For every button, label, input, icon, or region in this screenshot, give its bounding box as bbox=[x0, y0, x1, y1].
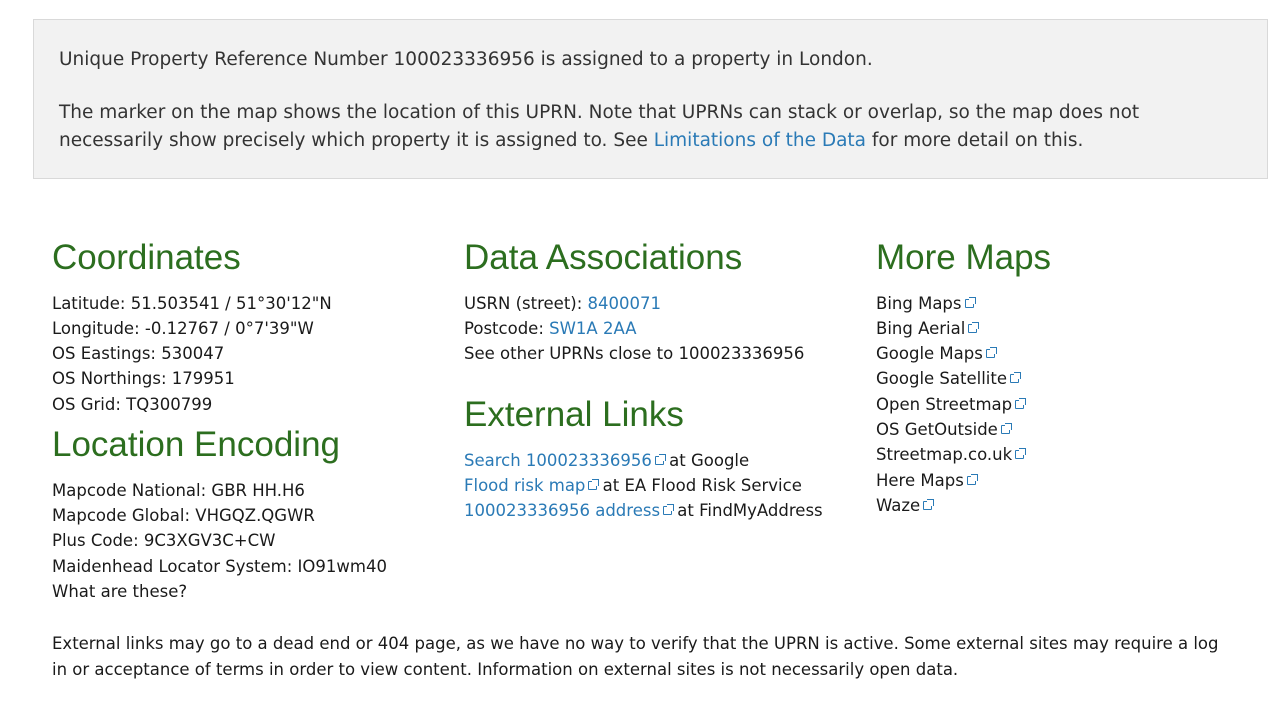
external-link-icon bbox=[663, 504, 675, 515]
open-streetmap-label: Open Streetmap bbox=[876, 395, 1013, 414]
usrn-label: USRN (street): bbox=[464, 294, 588, 313]
google-satellite-label: Google Satellite bbox=[876, 369, 1008, 388]
what-are-these-link[interactable]: What are these? bbox=[52, 581, 187, 603]
location-encoding-heading: Location Encoding bbox=[52, 425, 340, 464]
more-maps-heading: More Maps bbox=[876, 238, 1052, 277]
external-link-icon bbox=[588, 479, 600, 490]
map-marker-note: The marker on the map shows the location… bbox=[59, 99, 1209, 155]
google-search-suffix: at Google bbox=[663, 451, 750, 470]
here-maps-label: Here Maps bbox=[876, 471, 964, 490]
waze-label: Waze bbox=[876, 496, 921, 515]
external-link-icon bbox=[966, 474, 978, 485]
limitations-link[interactable]: Limitations of the Data bbox=[654, 130, 866, 151]
external-links-heading: External Links bbox=[464, 395, 684, 434]
open-streetmap-link[interactable]: Open Streetmap bbox=[876, 394, 1027, 416]
bing-maps-link[interactable]: Bing Maps bbox=[876, 293, 976, 315]
flood-risk-map-link-label: Flood risk map bbox=[464, 476, 586, 495]
google-satellite-link[interactable]: Google Satellite bbox=[876, 368, 1022, 390]
external-link-icon bbox=[964, 297, 976, 308]
external-link-icon bbox=[1015, 398, 1027, 409]
usrn-row: USRN (street): 8400071 bbox=[464, 293, 661, 315]
mapcode-global-text: Mapcode Global: VHGQZ.QGWR bbox=[52, 506, 315, 525]
longitude-text: Longitude: -0.12767 / 0°7'39"W bbox=[52, 319, 314, 338]
maidenhead-text: Maidenhead Locator System: IO91wm40 bbox=[52, 557, 387, 576]
findmyaddress-link[interactable]: 100023336956 address bbox=[464, 501, 675, 520]
external-link-row: Search 100023336956 at Google bbox=[464, 450, 749, 472]
os-grid-text: OS Grid: TQ300799 bbox=[52, 395, 213, 414]
external-link-icon bbox=[1000, 423, 1012, 434]
bing-aerial-link[interactable]: Bing Aerial bbox=[876, 318, 980, 340]
google-maps-label: Google Maps bbox=[876, 344, 983, 363]
map-marker-note-suffix: for more detail on this. bbox=[866, 130, 1084, 151]
external-links-disclaimer: External links may go to a dead end or 4… bbox=[52, 634, 1219, 679]
mapcode-national-text: Mapcode National: GBR HH.H6 bbox=[52, 481, 305, 500]
os-getoutside-link[interactable]: OS GetOutside bbox=[876, 419, 1012, 441]
google-search-link[interactable]: Search 100023336956 bbox=[464, 451, 666, 470]
external-link-icon bbox=[654, 454, 666, 465]
postcode-label: Postcode: bbox=[464, 319, 550, 338]
external-link-icon bbox=[968, 322, 980, 333]
bing-aerial-label: Bing Aerial bbox=[876, 319, 966, 338]
os-getoutside-label: OS GetOutside bbox=[876, 420, 998, 439]
uprn-info-box: Unique Property Reference Number 1000233… bbox=[33, 19, 1268, 179]
data-associations-heading: Data Associations bbox=[464, 238, 743, 277]
external-link-icon bbox=[923, 499, 935, 510]
external-link-icon bbox=[1015, 448, 1027, 459]
google-maps-link[interactable]: Google Maps bbox=[876, 343, 997, 365]
plus-code-text: Plus Code: 9C3XGV3C+CW bbox=[52, 531, 276, 550]
postcode-row: Postcode: SW1A 2AA bbox=[464, 318, 636, 340]
flood-risk-map-link[interactable]: Flood risk map bbox=[464, 476, 600, 495]
external-link-icon bbox=[1010, 372, 1022, 383]
here-maps-link[interactable]: Here Maps bbox=[876, 470, 978, 492]
bing-maps-label: Bing Maps bbox=[876, 294, 962, 313]
coordinates-heading: Coordinates bbox=[52, 238, 241, 277]
nearby-uprns-link[interactable]: See other UPRNs close to 100023336956 bbox=[464, 343, 804, 365]
external-link-row: 100023336956 address at FindMyAddress bbox=[464, 500, 823, 522]
os-northings-text: OS Northings: 179951 bbox=[52, 369, 235, 388]
google-search-link-label: Search 100023336956 bbox=[464, 451, 652, 470]
external-link-icon bbox=[985, 347, 997, 358]
os-eastings-text: OS Eastings: 530047 bbox=[52, 344, 225, 363]
flood-risk-map-suffix: at EA Flood Risk Service bbox=[597, 476, 802, 495]
uprn-summary-text: Unique Property Reference Number 1000233… bbox=[59, 49, 873, 70]
streetmap-link[interactable]: Streetmap.co.uk bbox=[876, 444, 1027, 466]
streetmap-label: Streetmap.co.uk bbox=[876, 445, 1013, 464]
waze-link[interactable]: Waze bbox=[876, 495, 935, 517]
external-link-row: Flood risk map at EA Flood Risk Service bbox=[464, 475, 802, 497]
usrn-link[interactable]: 8400071 bbox=[588, 294, 662, 313]
findmyaddress-link-label: 100023336956 address bbox=[464, 501, 661, 520]
findmyaddress-suffix: at FindMyAddress bbox=[672, 501, 823, 520]
postcode-link[interactable]: SW1A 2AA bbox=[549, 319, 636, 338]
latitude-text: Latitude: 51.503541 / 51°30'12"N bbox=[52, 294, 332, 313]
